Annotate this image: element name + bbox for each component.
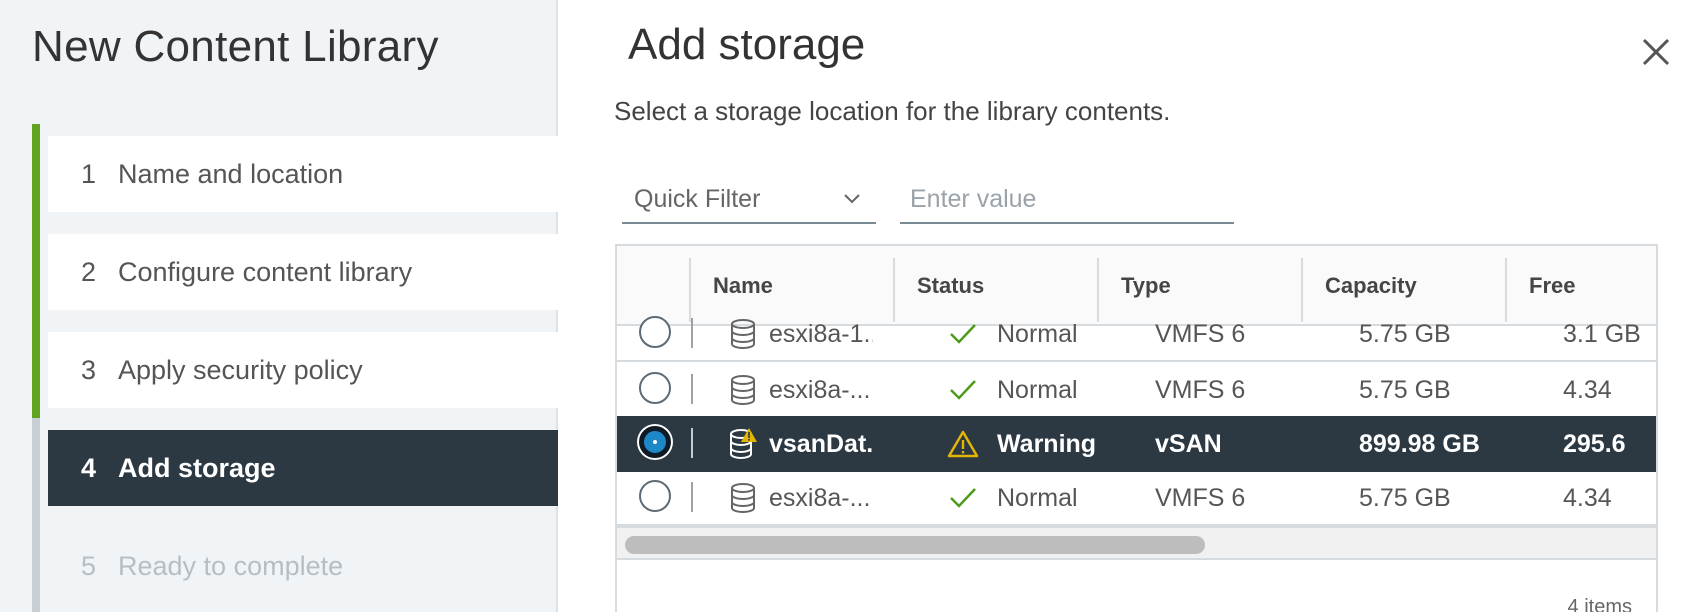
- table-row[interactable]: esxi8a-... Normal VMFS 6 5.75 GB 4.34: [617, 470, 1656, 526]
- warning-icon: [947, 430, 979, 458]
- wizard-step-ready-to-complete: 5 Ready to complete: [48, 528, 558, 604]
- row-separator: [691, 374, 693, 404]
- quick-filter-value: Quick Filter: [634, 184, 761, 213]
- cell-type: vSAN: [1155, 429, 1222, 458]
- check-icon: [950, 380, 976, 400]
- step-number: 3: [80, 354, 96, 385]
- step-label: Apply security policy: [118, 354, 363, 385]
- wizard-title: New Content Library: [32, 22, 439, 71]
- wizard-step-add-storage[interactable]: 4 Add storage: [48, 430, 558, 506]
- cell-name[interactable]: esxi8a-1...: [769, 306, 873, 362]
- table-row[interactable]: esxi8a-... Normal VMFS 6 5.75 GB 4.34: [617, 362, 1656, 418]
- row-select-radio[interactable]: [639, 372, 671, 404]
- row-separator: [691, 318, 693, 348]
- quick-filter-select[interactable]: Quick Filter: [622, 176, 876, 224]
- filter-value-input[interactable]: [900, 176, 1234, 224]
- cell-capacity: 5.75 GB: [1359, 483, 1451, 512]
- table-row-selected[interactable]: vsanDat... Warning vSAN 899.98 GB 295.6: [617, 416, 1656, 472]
- page-subtitle: Select a storage location for the librar…: [614, 96, 1171, 126]
- row-select-radio[interactable]: [639, 316, 671, 348]
- step-label: Ready to complete: [118, 550, 344, 581]
- row-select-radio[interactable]: [639, 480, 671, 512]
- cell-type: VMFS 6: [1155, 375, 1246, 404]
- cell-free: 295.6: [1563, 429, 1626, 458]
- cell-capacity: 899.98 GB: [1359, 429, 1480, 458]
- cell-name[interactable]: vsanDat...: [769, 416, 873, 472]
- horizontal-scrollbar[interactable]: [617, 526, 1656, 560]
- wizard-progress-bar: [32, 124, 40, 612]
- row-separator: [691, 482, 693, 512]
- scrollbar-thumb[interactable]: [625, 536, 1205, 554]
- cell-type: VMFS 6: [1155, 319, 1246, 348]
- step-label: Name and location: [118, 158, 344, 189]
- step-number: 5: [80, 550, 96, 581]
- step-label: Add storage: [118, 452, 276, 483]
- cell-free: 3.1 GB: [1563, 319, 1641, 348]
- check-icon: [950, 324, 976, 344]
- step-number: 4: [80, 452, 96, 483]
- wizard-step-configure-content-library[interactable]: 2 Configure content library: [48, 234, 558, 310]
- cell-capacity: 5.75 GB: [1359, 319, 1451, 348]
- cell-name[interactable]: esxi8a-...: [769, 362, 873, 418]
- datastore-icon: [731, 319, 755, 349]
- row-select-radio[interactable]: [639, 426, 671, 458]
- row-separator: [691, 428, 693, 458]
- table-row[interactable]: esxi8a-1... Normal VMFS 6 5.75 GB 3.1 GB: [617, 306, 1656, 362]
- cell-free: 4.34: [1563, 483, 1612, 512]
- check-icon: [950, 488, 976, 508]
- grid-item-count: 4 items: [1567, 596, 1632, 612]
- wizard-sidebar: New Content Library 1 Name and location …: [0, 0, 558, 612]
- storage-grid: Name Status Type Capacity Free esxi8a-1.…: [615, 244, 1658, 612]
- datastore-icon: [731, 483, 755, 513]
- step-number: 1: [80, 158, 96, 189]
- wizard-step-apply-security-policy[interactable]: 3 Apply security policy: [48, 332, 558, 408]
- step-label: Configure content library: [118, 256, 413, 287]
- cell-name[interactable]: esxi8a-...: [769, 470, 873, 526]
- datastore-warning-icon: [730, 428, 757, 459]
- wizard-step-name-and-location[interactable]: 1 Name and location: [48, 136, 558, 212]
- page-title: Add storage: [628, 20, 866, 69]
- close-icon[interactable]: [1636, 32, 1676, 72]
- wizard-progress-fill: [32, 124, 40, 418]
- cell-type: VMFS 6: [1155, 483, 1246, 512]
- cell-free: 4.34: [1563, 375, 1612, 404]
- chevron-down-icon: [844, 194, 860, 204]
- step-number: 2: [80, 256, 96, 287]
- datastore-icon: [731, 375, 755, 405]
- cell-capacity: 5.75 GB: [1359, 375, 1451, 404]
